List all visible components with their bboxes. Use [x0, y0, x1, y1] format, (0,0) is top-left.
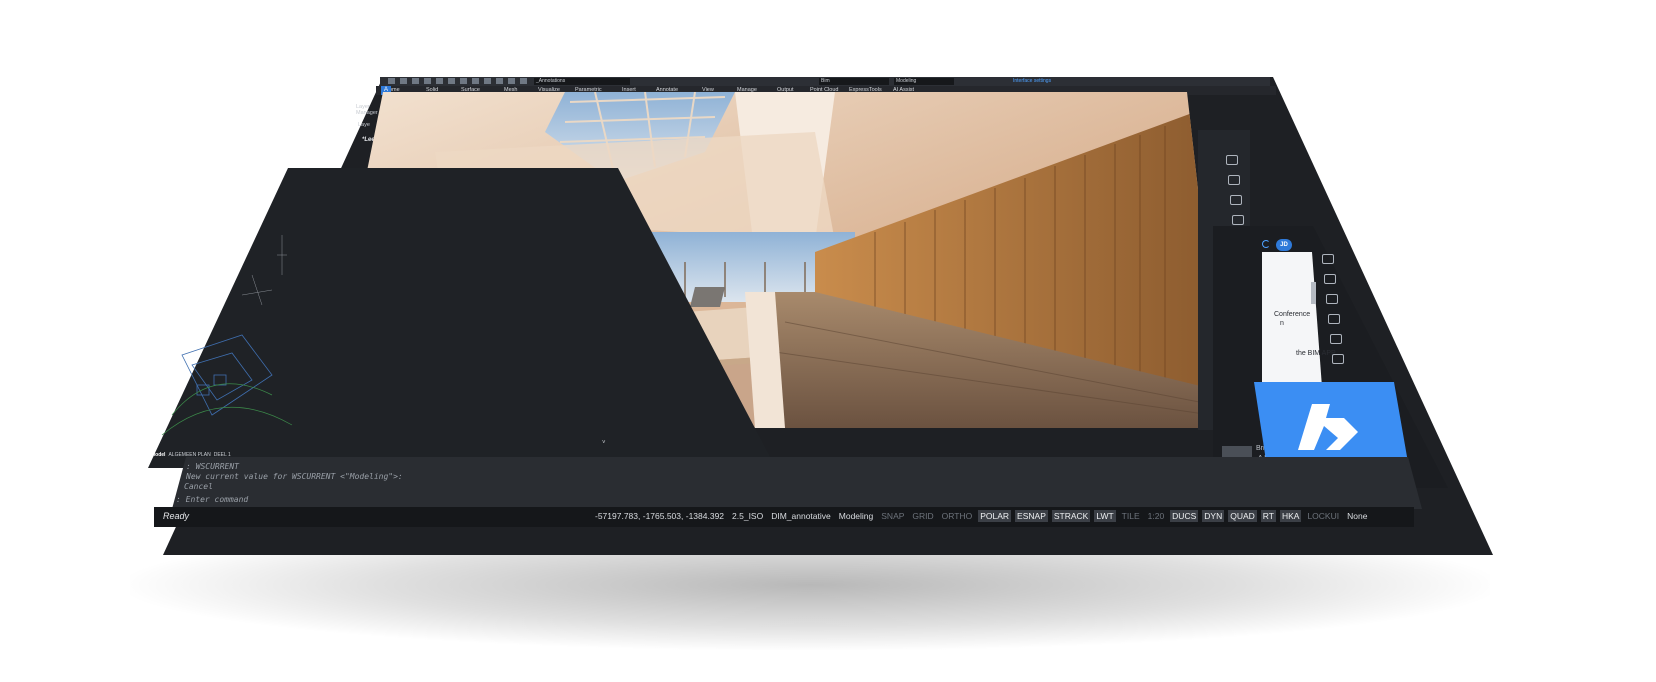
tablet-scrollbar[interactable] [1311, 282, 1316, 304]
plot-icon[interactable] [448, 78, 455, 84]
workspace-field[interactable]: Modeling [894, 78, 954, 85]
undo-icon[interactable] [496, 78, 503, 84]
table-icon[interactable] [1328, 314, 1340, 324]
command-input[interactable]: : Enter command [176, 495, 248, 504]
status-toggle-ortho[interactable]: ORTHO [940, 510, 975, 522]
tab-algemeen-plan[interactable]: ALGEMEEN PLAN [168, 452, 210, 458]
status-toggle-lockui[interactable]: LOCKUI [1305, 510, 1341, 522]
stage: _Annotations Bim Modeling Interface sett… [0, 0, 1656, 682]
refresh-icon[interactable] [1262, 240, 1270, 248]
status-toggle-rt[interactable]: RT [1260, 510, 1276, 522]
status-toggle-quad[interactable]: QUAD [1228, 510, 1257, 522]
tablet-item-bim-app[interactable]: the BIM APP [1296, 350, 1336, 357]
annotation-scale-field[interactable]: _Annotations [534, 78, 630, 85]
open-file-icon[interactable] [400, 78, 407, 84]
status-toggle-lwt[interactable]: LWT [1094, 510, 1116, 522]
tablet-item-conference-sub: n [1280, 320, 1284, 327]
floor-plan-canvas[interactable] [152, 215, 342, 455]
avatar[interactable]: JD [1276, 239, 1292, 251]
layer-label: Laye [358, 122, 370, 128]
layer-field[interactable]: Bim [819, 78, 889, 85]
cut-icon[interactable] [460, 78, 467, 84]
dimstyle[interactable]: 2.5_ISO [730, 510, 765, 522]
tablet-content-panel [1262, 252, 1322, 387]
status-toggle-esnap[interactable]: ESNAP [1015, 510, 1048, 522]
library-icon[interactable] [1232, 215, 1244, 225]
command-history-1: : WSCURRENT [186, 462, 239, 471]
properties-icon[interactable] [1228, 175, 1240, 185]
cloud-icon[interactable] [1332, 354, 1344, 364]
status-toggle-ducs[interactable]: DUCS [1170, 510, 1199, 522]
workspace[interactable]: Modeling [837, 510, 876, 522]
command-history-2: New current value for WSCURRENT <"Modeli… [186, 472, 403, 481]
status-toggle-dyn[interactable]: DYN [1202, 510, 1225, 522]
status-items: -57197.783, -1765.503, -1384.392 2.5_ISO… [593, 510, 1369, 522]
status-ready: Ready [163, 511, 190, 521]
command-area [172, 457, 1422, 509]
cube-icon[interactable] [1330, 334, 1342, 344]
chevron-down-icon[interactable]: ˅ [602, 440, 606, 446]
command-history-3: Cancel [184, 482, 213, 491]
coordinates-readout[interactable]: -57197.783, -1765.503, -1384.392 [593, 510, 726, 522]
status-toggle-hka[interactable]: HKA [1279, 510, 1302, 522]
status-toggle-strack[interactable]: STRACK [1051, 510, 1091, 522]
status-toggle-grid[interactable]: GRID [910, 510, 935, 522]
status-toggle-1-20[interactable]: 1:20 [1146, 510, 1167, 522]
redo-icon[interactable] [508, 78, 515, 84]
copy-icon[interactable] [472, 78, 479, 84]
paste-icon[interactable] [484, 78, 491, 84]
layer-manager-button[interactable]: Layer Manager [356, 104, 378, 116]
tablet-item-conference[interactable]: Conference [1274, 311, 1310, 318]
interface-settings-link[interactable]: Interface settings [1013, 78, 1051, 84]
gem-icon[interactable] [1326, 294, 1338, 304]
new-file-icon[interactable] [388, 78, 395, 84]
print-icon[interactable] [436, 78, 443, 84]
save-icon[interactable] [412, 78, 419, 84]
status-toggle-polar[interactable]: POLAR [978, 510, 1012, 522]
layers-icon[interactable] [1322, 254, 1334, 264]
save-as-icon[interactable] [424, 78, 431, 84]
status-toggle-none[interactable]: None [1345, 510, 1369, 522]
grid-icon[interactable] [1324, 274, 1336, 284]
status-toggle-snap[interactable]: SNAP [879, 510, 906, 522]
structure-icon[interactable] [1230, 195, 1242, 205]
quick-access-icons [388, 78, 527, 84]
layer-state-icon[interactable] [520, 78, 527, 84]
floor-plan-drawing [161, 235, 293, 436]
tab-model[interactable]: Model [151, 452, 165, 458]
tab-deel-1[interactable]: DEEL 1 [214, 452, 231, 458]
layers-icon[interactable] [1226, 155, 1238, 165]
annotative-style[interactable]: DIM_annotative [769, 510, 833, 522]
status-toggle-tile[interactable]: TILE [1120, 510, 1142, 522]
